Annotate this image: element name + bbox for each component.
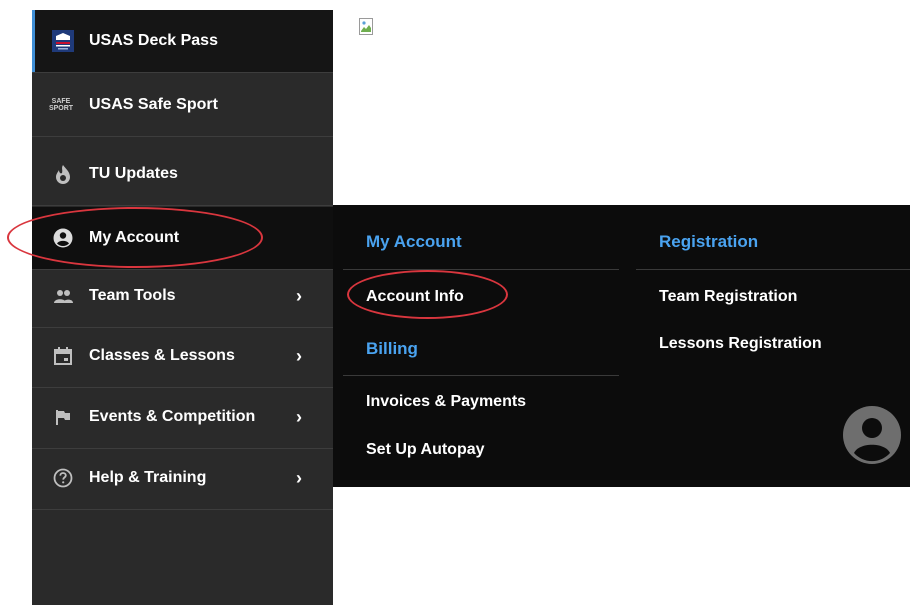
account-circle-icon (52, 227, 74, 249)
chevron-right-icon: › (296, 285, 302, 306)
sidebar-item-classes-lessons[interactable]: Classes & Lessons › (32, 325, 333, 388)
sidebar-item-label: My Account (89, 229, 180, 246)
chevron-right-icon: › (296, 467, 302, 488)
sidebar: USAS Deck Pass SAFE SPORT USAS Safe Spor… (32, 10, 333, 605)
user-avatar-icon[interactable] (843, 406, 901, 464)
sidebar-item-my-account[interactable]: My Account (32, 207, 333, 270)
invoices-payments-link[interactable]: Invoices & Payments (366, 393, 526, 411)
account-info-link[interactable]: Account Info (366, 288, 464, 306)
team-registration-link[interactable]: Team Registration (659, 288, 797, 306)
sidebar-item-usas-deck-pass[interactable]: USAS Deck Pass (32, 10, 333, 73)
broken-image-icon (359, 18, 373, 35)
active-indicator (32, 10, 35, 72)
divider (636, 269, 910, 270)
divider (343, 375, 619, 376)
flag-icon (52, 406, 74, 428)
sidebar-item-label: USAS Safe Sport (89, 96, 218, 113)
billing-heading: Billing (366, 339, 418, 358)
divider (343, 269, 619, 270)
sidebar-item-events-competition[interactable]: Events & Competition › (32, 386, 333, 449)
sidebar-item-help-training[interactable]: Help & Training › (32, 447, 333, 510)
set-up-autopay-link[interactable]: Set Up Autopay (366, 441, 485, 459)
sidebar-item-team-tools[interactable]: Team Tools › (32, 265, 333, 328)
safe-sport-logo-text: SAFE SPORT (48, 98, 74, 112)
flame-icon (52, 163, 74, 185)
registration-heading: Registration (659, 232, 759, 251)
calendar-icon (52, 345, 74, 367)
sidebar-item-usas-safe-sport[interactable]: SAFE SPORT USAS Safe Sport (32, 74, 333, 137)
sidebar-item-label: TU Updates (89, 165, 178, 182)
usas-logo-icon (52, 30, 74, 52)
lessons-registration-link[interactable]: Lessons Registration (659, 335, 822, 353)
sidebar-item-label: Team Tools (89, 287, 176, 304)
people-icon (52, 285, 74, 307)
safe-sport-logo-icon: SAFE SPORT (46, 94, 76, 116)
help-circle-icon (52, 467, 74, 489)
sidebar-item-label: USAS Deck Pass (89, 32, 218, 49)
chevron-right-icon: › (296, 406, 302, 427)
sidebar-item-tu-updates[interactable]: TU Updates (32, 143, 333, 206)
sidebar-item-label: Events & Competition (89, 408, 256, 425)
account-mega-menu: My Account Account Info Billing Invoices… (333, 205, 910, 487)
chevron-right-icon: › (296, 345, 302, 366)
sidebar-item-label: Classes & Lessons (89, 347, 235, 364)
my-account-heading: My Account (366, 232, 462, 251)
sidebar-item-label: Help & Training (89, 469, 207, 486)
